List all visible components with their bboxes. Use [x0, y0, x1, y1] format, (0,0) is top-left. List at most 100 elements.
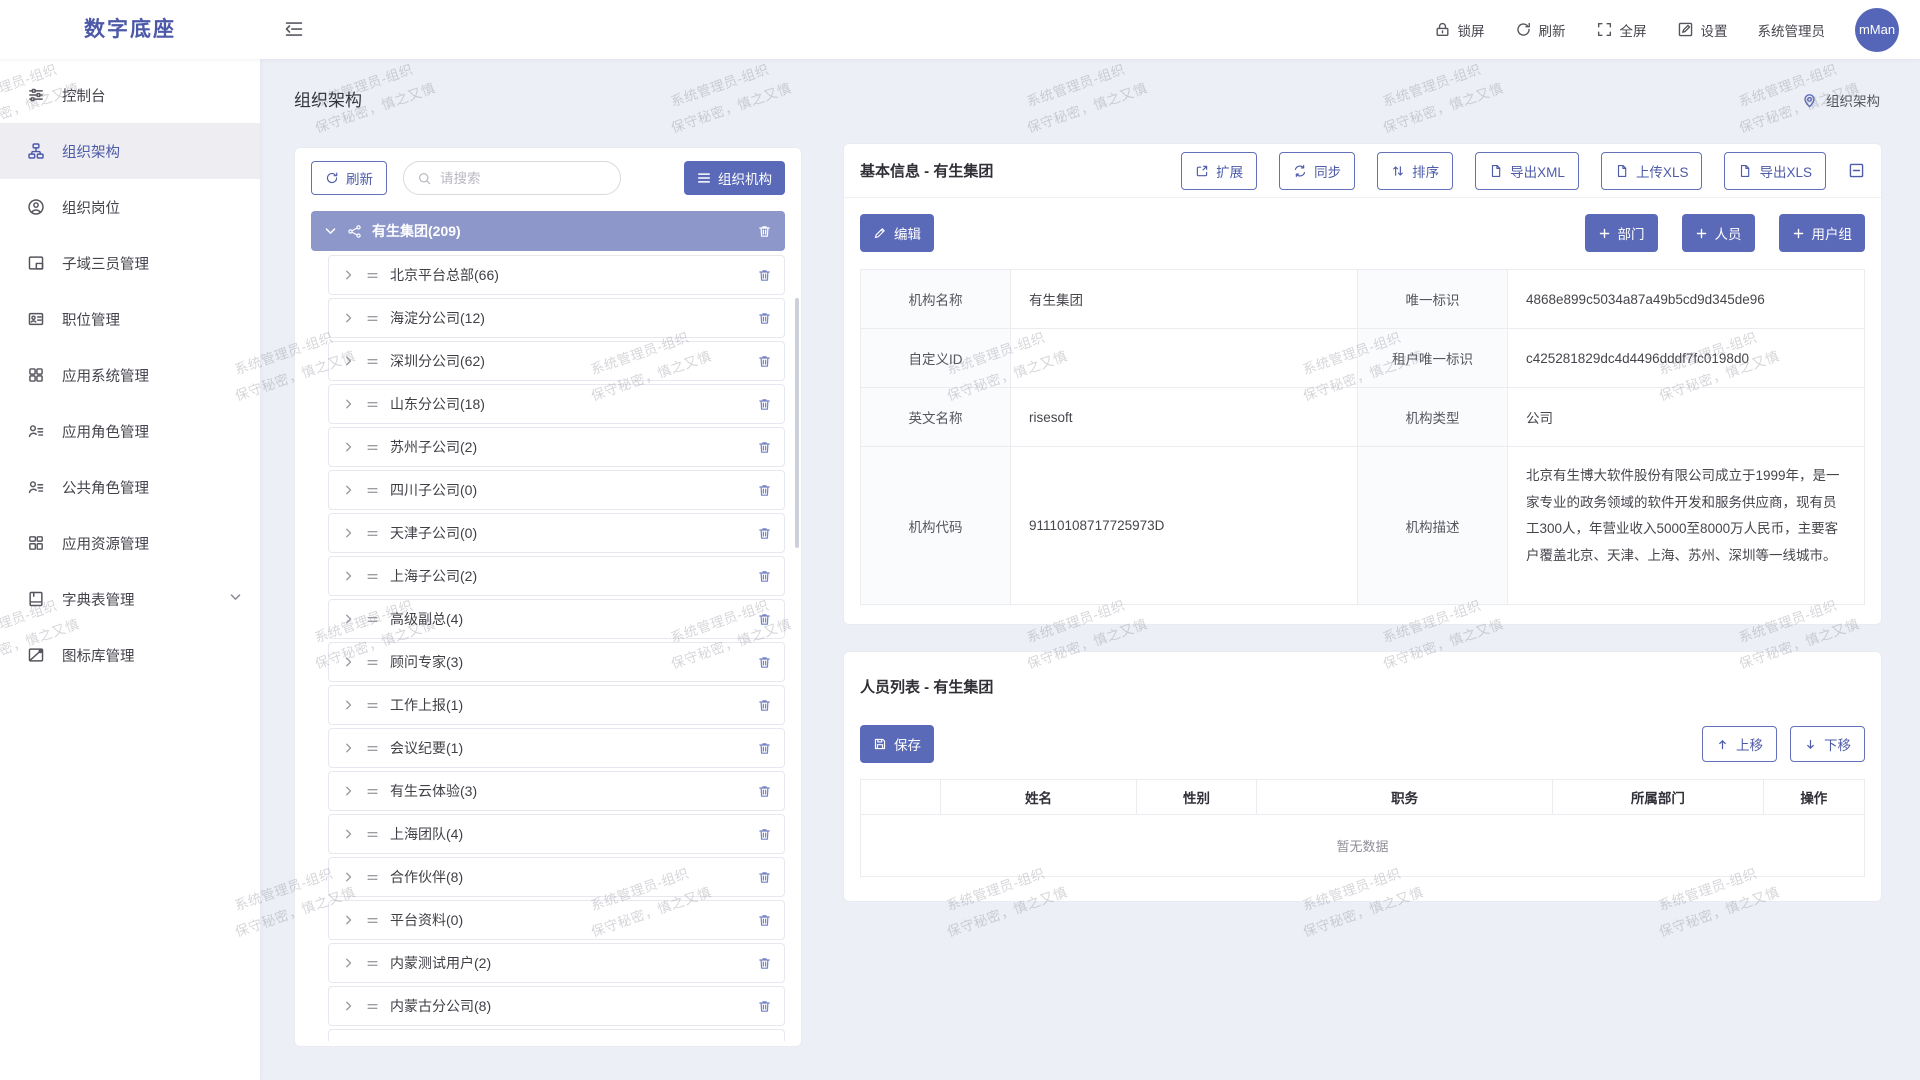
info-value: [1011, 329, 1358, 388]
chevron-down-icon[interactable]: [324, 225, 337, 238]
move-up-button[interactable]: 上移: [1702, 726, 1777, 762]
header-action-锁屏[interactable]: 锁屏: [1434, 20, 1485, 40]
chevron-right-icon: [343, 355, 355, 367]
collapse-panel-icon[interactable]: [1848, 162, 1865, 179]
sidebar-item-1[interactable]: 组织架构: [0, 123, 260, 179]
tree-node-1[interactable]: 海淀分公司(12): [328, 298, 785, 338]
上传XLS-button[interactable]: 上传XLS: [1601, 152, 1703, 190]
header-action-设置[interactable]: 设置: [1677, 20, 1728, 40]
sidebar-item-8[interactable]: 应用资源管理: [0, 515, 260, 571]
delete-node-button[interactable]: [757, 655, 772, 670]
org-tree: 有生集团(209) 北京平台总部(66) 海淀分公司(12)深圳分公司(62)山东…: [295, 205, 801, 1041]
search-input[interactable]: [440, 171, 607, 186]
move-down-button[interactable]: 下移: [1790, 726, 1865, 762]
header-action-刷新[interactable]: 刷新: [1515, 20, 1566, 40]
drag-handle-icon: [365, 569, 380, 584]
save-button[interactable]: 保存: [860, 725, 934, 763]
delete-node-button[interactable]: [757, 956, 772, 971]
drag-handle-icon: [365, 655, 380, 670]
delete-node-button[interactable]: [757, 224, 772, 239]
avatar[interactable]: mMan: [1855, 8, 1899, 52]
hamburger-icon: [697, 171, 711, 185]
chevron-right-icon: [343, 269, 355, 281]
tree-node-12[interactable]: 有生云体验(3): [328, 771, 785, 811]
tree-node-10[interactable]: 工作上报(1): [328, 685, 785, 725]
delete-node-button[interactable]: [757, 870, 772, 885]
edit-button[interactable]: 编辑: [860, 214, 934, 252]
tree-node-4[interactable]: 苏州子公司(2): [328, 427, 785, 467]
delete-node-button[interactable]: [757, 784, 772, 799]
info-value: 北京有生博大软件股份有限公司成立于1999年，是一家专业的政务领域的软件开发和服…: [1508, 447, 1864, 604]
tree-refresh-button[interactable]: 刷新: [311, 161, 387, 195]
tree-node-label: 工作上报(1): [390, 695, 463, 715]
sidebar-item-6[interactable]: 应用角色管理: [0, 403, 260, 459]
sidebar-item-0[interactable]: 控制台: [0, 67, 260, 123]
delete-node-button[interactable]: [757, 999, 772, 1014]
delete-node-button[interactable]: [757, 397, 772, 412]
drag-handle-icon: [365, 784, 380, 799]
tree-node-13[interactable]: 上海团队(4): [328, 814, 785, 854]
tree-node-label: 顾问专家(3): [390, 652, 463, 672]
tree-node-3[interactable]: 山东分公司(18): [328, 384, 785, 424]
delete-node-button[interactable]: [757, 483, 772, 498]
pencil-icon: [873, 226, 887, 240]
delete-node-button[interactable]: [757, 569, 772, 584]
tree-scrollbar[interactable]: [795, 298, 799, 548]
add-用户组-button[interactable]: 用户组: [1779, 214, 1866, 252]
排序-button[interactable]: 排序: [1377, 152, 1453, 190]
delete-node-button[interactable]: [757, 698, 772, 713]
delete-node-button[interactable]: [757, 526, 772, 541]
导出XML-button[interactable]: 导出XML: [1475, 152, 1579, 190]
delete-node-button[interactable]: [757, 311, 772, 326]
tree-node-label: 北京平台总部(66): [390, 265, 499, 285]
tree-node-2[interactable]: 深圳分公司(62): [328, 341, 785, 381]
person-list-panel: 人员列表 - 有生集团 保存 上移 下移 姓名性别职务所属部门操作 暂无数据: [843, 651, 1882, 902]
dictionary-icon: [27, 590, 45, 608]
tree-node-18[interactable]: 管理员组(9): [328, 1029, 785, 1041]
tree-node-17[interactable]: 内蒙古分公司(8): [328, 986, 785, 1026]
同步-button[interactable]: 同步: [1279, 152, 1355, 190]
delete-node-button[interactable]: [757, 827, 772, 842]
delete-node-button[interactable]: [757, 741, 772, 756]
tree-node-8[interactable]: 高级副总(4): [328, 599, 785, 639]
sidebar-item-2[interactable]: 组织岗位: [0, 179, 260, 235]
watermark-text: 系统管理员-组织保守秘密，慎之又慎: [667, 52, 795, 138]
扩展-button[interactable]: 扩展: [1181, 152, 1257, 190]
tree-node-0[interactable]: 北京平台总部(66): [328, 255, 785, 295]
add-人员-button[interactable]: 人员: [1682, 214, 1755, 252]
delete-node-button[interactable]: [757, 440, 772, 455]
sidebar-item-4[interactable]: 职位管理: [0, 291, 260, 347]
sidebar-item-7[interactable]: 公共角色管理: [0, 459, 260, 515]
chevron-right-icon: [343, 871, 355, 883]
tree-node-15[interactable]: 平台资料(0): [328, 900, 785, 940]
sidebar-item-3[interactable]: 子域三员管理: [0, 235, 260, 291]
org-structure-button[interactable]: 组织机构: [684, 161, 785, 195]
add-部门-button[interactable]: 部门: [1585, 214, 1658, 252]
sidebar-item-5[interactable]: 应用系统管理: [0, 347, 260, 403]
delete-node-button[interactable]: [757, 354, 772, 369]
arrow-up-icon: [1716, 738, 1729, 751]
tree-node-7[interactable]: 上海子公司(2): [328, 556, 785, 596]
tree-node-14[interactable]: 合作伙伴(8): [328, 857, 785, 897]
tree-node-6[interactable]: 天津子公司(0): [328, 513, 785, 553]
tree-root-node[interactable]: 有生集团(209): [311, 211, 785, 251]
menu-fold-icon[interactable]: [284, 19, 304, 39]
basic-info-table: 机构名称有生集团唯一标识4868e899c5034a87a49b5cd9d345…: [860, 269, 1865, 605]
delete-node-button[interactable]: [757, 913, 772, 928]
tree-node-16[interactable]: 内蒙测试用户(2): [328, 943, 785, 983]
tree-node-9[interactable]: 顾问专家(3): [328, 642, 785, 682]
sidebar-item-10[interactable]: 图标库管理: [0, 627, 260, 683]
chevron-right-icon: [343, 484, 355, 496]
delete-node-button[interactable]: [757, 612, 772, 627]
drag-handle-icon: [365, 870, 380, 885]
tree-node-label: 上海团队(4): [390, 824, 463, 844]
delete-node-button[interactable]: [757, 268, 772, 283]
sidebar-item-9[interactable]: 字典表管理: [0, 571, 260, 627]
tree-node-5[interactable]: 四川子公司(0): [328, 470, 785, 510]
current-user-label: 系统管理员: [1758, 20, 1826, 40]
导出XLS-button[interactable]: 导出XLS: [1724, 152, 1826, 190]
tree-node-11[interactable]: 会议纪要(1): [328, 728, 785, 768]
sidebar-item-label: 职位管理: [62, 309, 120, 330]
header-action-全屏[interactable]: 全屏: [1596, 20, 1647, 40]
info-value: 91110108717725973D: [1011, 447, 1358, 604]
